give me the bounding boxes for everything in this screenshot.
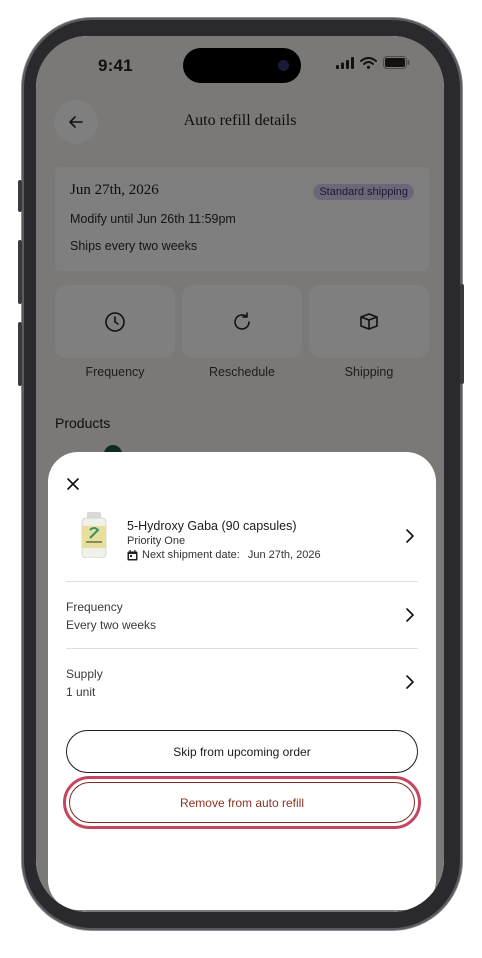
next-shipment-date: Jun 27th, 2026 <box>247 549 321 561</box>
product-row[interactable]: 5-Hydroxy Gaba (90 capsules) Priority On… <box>66 508 418 572</box>
next-shipment-label: Next shipment date: <box>142 549 240 561</box>
side-button-power <box>460 284 464 384</box>
bottom-sheet: 5-Hydroxy Gaba (90 capsules) Priority On… <box>48 452 436 910</box>
remove-from-auto-refill-button[interactable]: Remove from auto refill <box>69 782 415 823</box>
camera-icon <box>278 60 289 71</box>
product-brand: Priority One <box>127 535 186 547</box>
supply-option-row[interactable]: Supply 1 unit <box>66 667 418 717</box>
status-icons <box>336 56 410 69</box>
side-button-volume-up <box>18 240 22 304</box>
screen: Auto refill details Jun 27th, 2026 Stand… <box>36 36 444 912</box>
close-button[interactable] <box>63 474 83 494</box>
calendar-icon <box>127 549 138 560</box>
frequency-option-label: Frequency <box>66 600 123 614</box>
product-bottle-image <box>81 512 107 558</box>
supply-option-label: Supply <box>66 667 103 681</box>
wifi-icon <box>360 56 377 69</box>
product-name: 5-Hydroxy Gaba (90 capsules) <box>127 519 297 533</box>
divider <box>66 581 418 582</box>
side-button-volume-down <box>18 322 22 386</box>
status-time: 9:41 <box>98 56 133 75</box>
cellular-signal-icon <box>336 56 354 69</box>
divider <box>66 648 418 649</box>
chevron-right-icon <box>406 675 414 689</box>
skip-upcoming-order-button[interactable]: Skip from upcoming order <box>66 730 418 773</box>
chevron-right-icon <box>406 529 414 543</box>
supply-option-value: 1 unit <box>66 685 96 699</box>
next-shipment: Next shipment date: Jun 27th, 2026 <box>127 549 321 561</box>
chevron-right-icon <box>406 608 414 622</box>
dynamic-island <box>183 48 301 83</box>
side-button-silent <box>18 180 22 212</box>
status-bar: 9:41 <box>36 36 444 92</box>
battery-icon <box>383 56 410 69</box>
close-icon <box>67 478 79 490</box>
frequency-option-value: Every two weeks <box>66 618 157 632</box>
frequency-option-row[interactable]: Frequency Every two weeks <box>66 600 418 650</box>
